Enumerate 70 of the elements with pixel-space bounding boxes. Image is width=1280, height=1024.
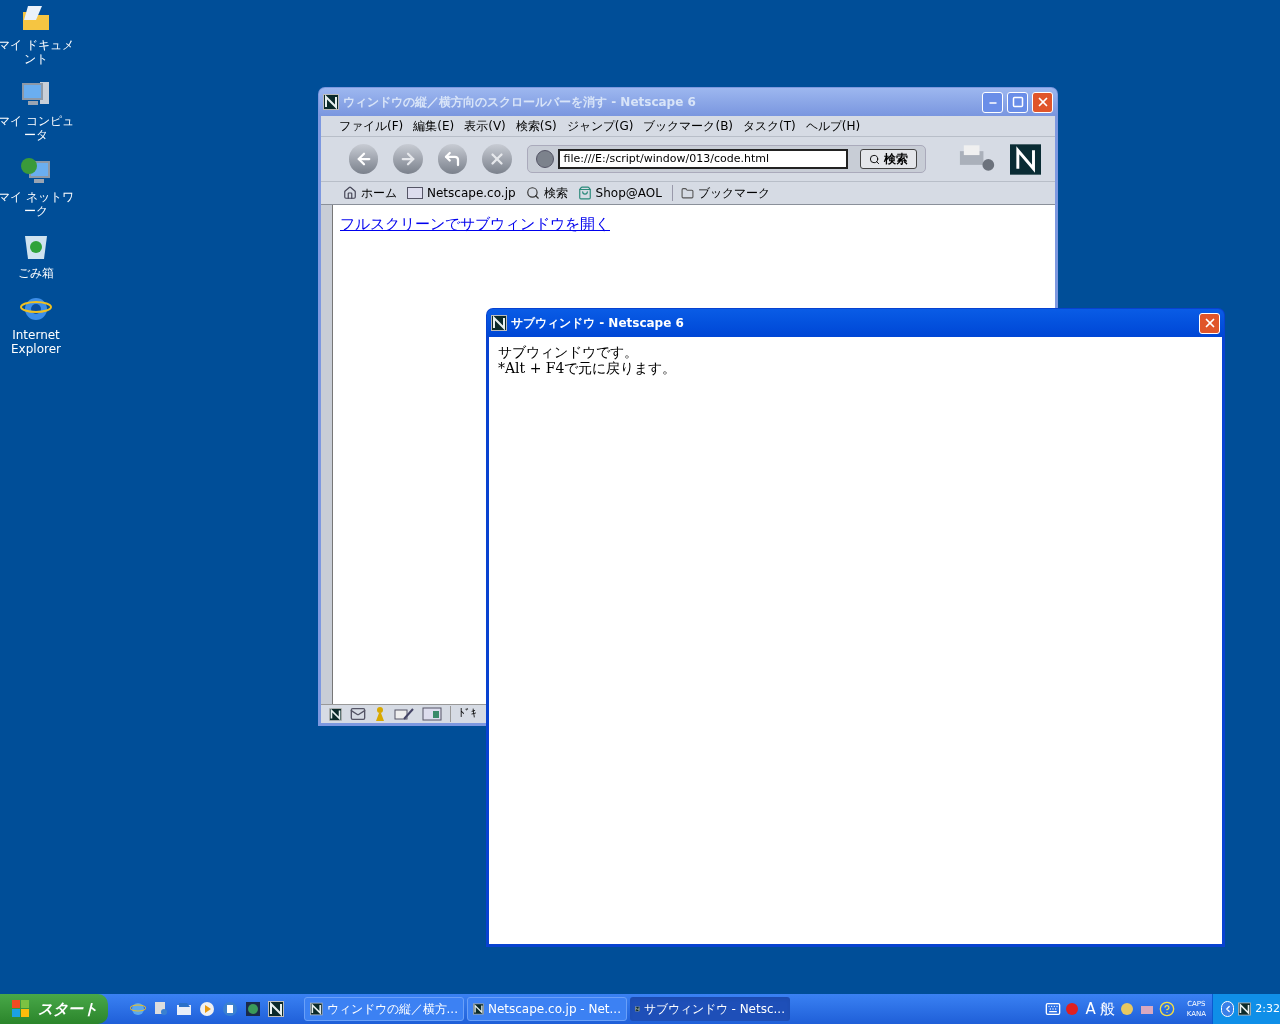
search-button[interactable]: 検索: [859, 149, 917, 169]
ime-indicator[interactable]: 般: [1099, 997, 1115, 1021]
mail-icon[interactable]: [176, 1001, 192, 1017]
forward-button[interactable]: [393, 144, 423, 174]
address-book-icon[interactable]: [422, 707, 442, 721]
status-text: ﾄﾞｷ: [450, 705, 477, 723]
menu-item[interactable]: ヘルプ(H): [805, 117, 861, 135]
taskbar-button[interactable]: ウィンドウの縦／横方...: [304, 997, 464, 1021]
search-icon: [868, 153, 880, 165]
close-button[interactable]: [1032, 91, 1053, 113]
menu-item[interactable]: タスク(T): [743, 117, 796, 135]
document-icon[interactable]: [222, 1001, 238, 1017]
clock: 2:32: [1255, 1000, 1280, 1017]
bookmark-button[interactable]: ブックマーク: [671, 185, 770, 201]
page-text: *Alt + F4で元に戻ります。: [498, 360, 678, 376]
home-icon: [343, 186, 357, 200]
app-icon[interactable]: [1238, 1001, 1252, 1017]
app-icon: [473, 1002, 484, 1016]
my-icon: [407, 187, 423, 199]
taskbar-button[interactable]: Netscape.co.jp - Net...: [467, 997, 627, 1021]
app-icon: [310, 1002, 323, 1016]
sidebar-grip[interactable]: [321, 205, 333, 704]
page-link[interactable]: フルスクリーンでサブウィンドウを開く: [340, 215, 610, 233]
logo[interactable]: [1009, 143, 1041, 175]
media-player-icon[interactable]: [199, 1001, 215, 1017]
app-icon: [491, 315, 507, 331]
window-title: ウィンドウの縦／横方向のスクロールバーを消す - Netscape 6: [343, 94, 697, 111]
menu-item[interactable]: 編集(E): [413, 117, 455, 135]
menu-item[interactable]: 表示(V): [464, 117, 506, 135]
app-icon[interactable]: [268, 1001, 284, 1017]
start-button[interactable]: スタート: [0, 994, 108, 1024]
keyboard-icon[interactable]: [1045, 1001, 1062, 1017]
menu-item[interactable]: ファイル(F): [339, 117, 404, 135]
url-field[interactable]: file:///E:/script/window/013/code.html: [557, 149, 848, 169]
search-icon: [525, 186, 540, 200]
close-button[interactable]: [1199, 312, 1220, 334]
expand-tray-button[interactable]: [1221, 1001, 1235, 1017]
back-button[interactable]: [349, 144, 379, 174]
menu-item[interactable]: 検索(S): [515, 117, 557, 135]
maximize-icon: [1011, 96, 1024, 108]
search-icon[interactable]: [153, 1001, 169, 1017]
turn-arrow-icon: [443, 150, 462, 168]
desktop-icon-label[interactable]: Internet Explorer: [0, 328, 74, 356]
app-icon: [323, 94, 339, 110]
stop-button[interactable]: [482, 144, 512, 174]
browser-icon[interactable]: [130, 1001, 146, 1017]
taskbar-button[interactable]: サブウィンドウ - Netsc...: [630, 997, 790, 1021]
globe-icon[interactable]: [245, 1001, 261, 1017]
ime-indicator[interactable]: A: [1085, 997, 1096, 1021]
windows-logo-icon: [12, 1000, 30, 1018]
help-icon[interactable]: [1158, 1001, 1175, 1017]
palette-icon[interactable]: [1118, 1001, 1135, 1017]
bookmark-button[interactable]: ホーム: [343, 185, 397, 201]
reload-button[interactable]: [437, 144, 468, 174]
mail-icon[interactable]: [350, 706, 366, 722]
folder-icon: [680, 186, 694, 200]
bag-icon: [577, 186, 592, 200]
maximize-button[interactable]: [1007, 91, 1028, 113]
minimize-button[interactable]: [982, 91, 1003, 113]
app-icon[interactable]: [329, 707, 342, 721]
bookmark-button[interactable]: Netscape.co.jp: [407, 185, 516, 201]
desktop-icon-label[interactable]: ごみ箱: [0, 266, 74, 280]
menu-item[interactable]: ブックマーク(B): [643, 117, 734, 135]
pen-icon[interactable]: [394, 707, 414, 721]
dropdown-icon[interactable]: [535, 150, 554, 168]
menu-item[interactable]: ジャンプ(G): [566, 117, 634, 135]
bookmark-button[interactable]: Shop@AOL: [577, 185, 662, 201]
page-text: サブウィンドウです。: [498, 344, 639, 360]
bookmark-button[interactable]: 検索: [525, 185, 568, 201]
window-title: サブウィンドウ - Netscape 6: [511, 315, 685, 332]
